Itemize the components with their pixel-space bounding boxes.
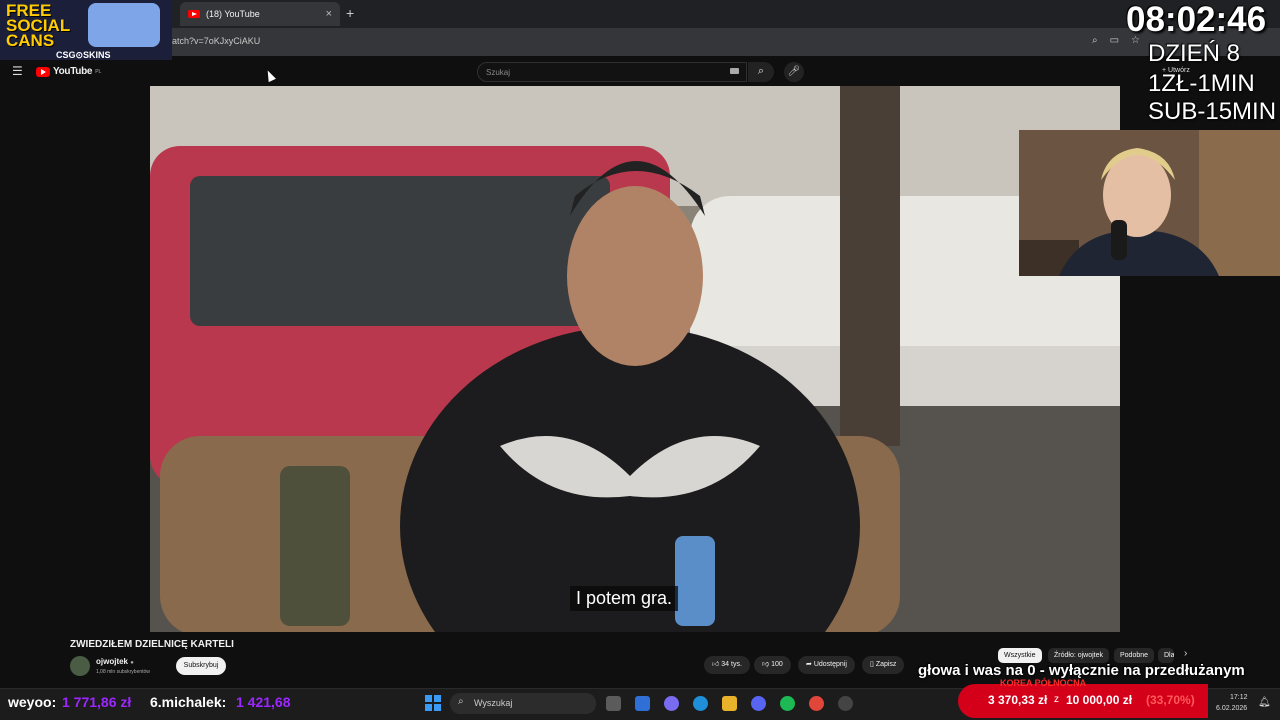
notification-bell-icon[interactable]: 🔔︎	[1258, 697, 1271, 708]
thumbs-down-icon: 👎︎	[762, 661, 770, 668]
save-button[interactable]: ▯ Zapisz	[862, 656, 905, 674]
stream-timer: 08:02:46	[1126, 0, 1267, 39]
chip-similar[interactable]: Podobne	[1114, 648, 1155, 663]
leaderboard-amount-2: 1 421,68	[236, 694, 291, 710]
bookmark-icon: ▯	[870, 661, 874, 668]
steam-icon[interactable]	[838, 696, 853, 711]
save-label: Zapisz	[875, 661, 897, 668]
promo-line-3: CANS	[6, 31, 55, 50]
chevron-right-icon[interactable]: ›	[1184, 648, 1187, 659]
goal-label: KOREA PÓŁNOCNA	[1000, 678, 1087, 688]
video-player[interactable]	[150, 86, 1120, 632]
share-icon: ➦	[806, 661, 812, 668]
chip-source[interactable]: Źródło: ojwojtek	[1048, 648, 1110, 663]
promo-text: FREE SOCIAL CANS	[6, 2, 70, 50]
promo-brand: CSG⊙SKINS	[56, 50, 111, 60]
tray-time[interactable]: 17:12	[1230, 694, 1248, 701]
file-explorer-icon[interactable]	[722, 696, 737, 711]
chip-all[interactable]: Wszystkie	[998, 648, 1042, 663]
new-tab-button[interactable]: +	[346, 5, 354, 21]
windows-start-icon[interactable]	[425, 695, 441, 711]
youtube-favicon-icon	[188, 10, 200, 18]
promo-case-image	[88, 3, 160, 47]
chip-for-you[interactable]: Dla	[1158, 648, 1174, 663]
subscribe-button[interactable]: Subskrybuj	[176, 657, 226, 675]
share-button[interactable]: ➦ Udostępnij	[798, 656, 855, 674]
copilot-icon[interactable]	[664, 696, 679, 711]
keyboard-icon[interactable]	[730, 68, 739, 74]
donation-rate: 1ZŁ-1MIN	[1148, 70, 1255, 97]
like-count: 34 tys.	[721, 661, 742, 668]
goal-target: 10 000,00 zł	[1066, 693, 1133, 707]
tray-date[interactable]: 6.02.2026	[1216, 705, 1247, 712]
task-view-icon[interactable]	[606, 696, 621, 711]
stream-ticker: głowa i was na 0 - wyłącznie na przedłuż…	[918, 662, 1245, 679]
day-counter: DZIEŃ 8	[1148, 40, 1241, 67]
logo-region: PL	[95, 68, 102, 75]
store-icon[interactable]	[635, 696, 650, 711]
sub-rate: SUB-15MIN	[1148, 98, 1277, 125]
voice-search-button[interactable]: 🎤︎	[784, 62, 804, 82]
edge-icon[interactable]	[693, 696, 708, 711]
microphone-icon: 🎤︎	[787, 66, 801, 77]
hamburger-menu-icon[interactable]: ☰	[12, 64, 23, 78]
dislike-button[interactable]: 👎︎ 100	[754, 656, 791, 674]
cast-icon[interactable]: ▭	[1110, 35, 1119, 46]
zoom-icon[interactable]: ⌕	[1092, 35, 1098, 46]
verified-icon: ●	[130, 660, 134, 666]
video-subtitle: I potem gra.	[570, 586, 679, 611]
taskbar-search-icon: ⌕	[458, 696, 464, 707]
search-button[interactable]: ⌕	[748, 62, 774, 82]
streamer-webcam	[1019, 130, 1280, 276]
goal-percent: (33,70%)	[1146, 693, 1195, 707]
goal-current: 3 370,33 zł	[988, 693, 1048, 707]
video-title: ZWIEDZIŁEM DZIELNICĘ KARTELI	[70, 639, 234, 650]
goal-of: z	[1054, 694, 1059, 705]
chrome-icon[interactable]	[809, 696, 824, 711]
leaderboard-name-1: weyoo:	[8, 694, 57, 710]
channel-name-text: ojwojtek	[96, 657, 129, 666]
leaderboard-amount-1: 1 771,86 zł	[62, 694, 132, 710]
youtube-play-icon	[36, 66, 50, 77]
tab-title: (18) YouTube	[206, 9, 260, 19]
discord-icon[interactable]	[751, 696, 766, 711]
taskbar-search-input[interactable]: Wyszukaj	[450, 693, 596, 714]
tab-close-icon[interactable]: ×	[326, 8, 332, 20]
webcam-frame	[1019, 130, 1280, 276]
video-frame	[150, 86, 1120, 632]
share-label: Udostępnij	[813, 661, 847, 668]
tab-youtube[interactable]: (18) YouTube ×	[180, 2, 340, 26]
youtube-logo[interactable]: YouTube PL	[36, 66, 101, 77]
spotify-icon[interactable]	[780, 696, 795, 711]
youtube-logo-text: YouTube	[53, 66, 93, 77]
dislike-count: 100	[771, 661, 783, 668]
like-button[interactable]: 👍︎ 34 tys.	[704, 656, 750, 674]
leaderboard-name-2: 6.michalek:	[150, 694, 227, 710]
search-input[interactable]: Szukaj	[477, 62, 747, 82]
channel-name[interactable]: ojwojtek ●	[96, 657, 134, 666]
channel-avatar[interactable]	[70, 656, 90, 676]
search-icon: ⌕	[757, 65, 765, 77]
thumbs-up-icon: 👍︎	[712, 661, 720, 668]
subscriber-count: 1,08 mln subskrybentów	[96, 669, 150, 675]
url-field[interactable]: atch?v=7oKJxyCiAKU	[172, 36, 260, 46]
